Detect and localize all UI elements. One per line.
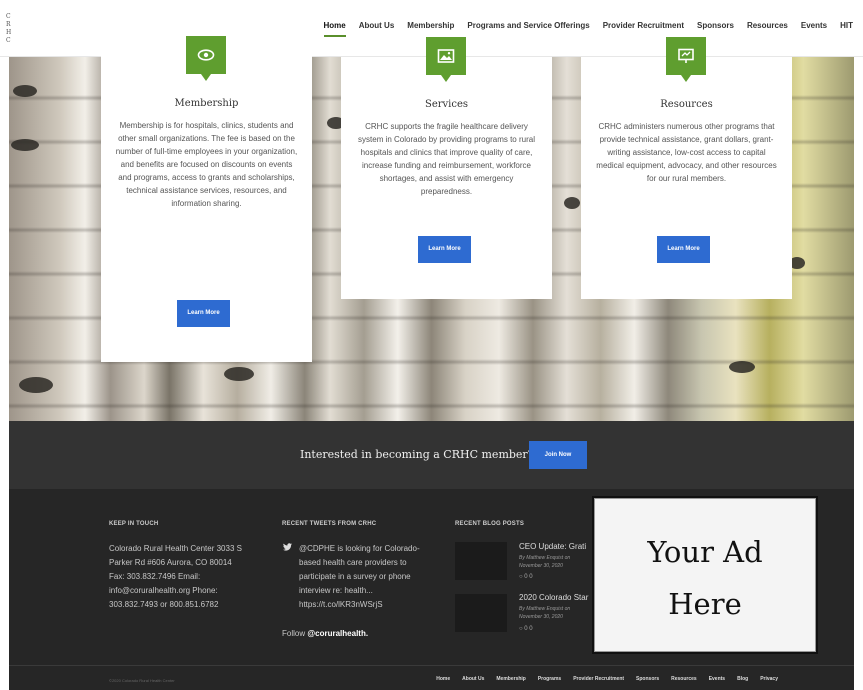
blog-post-author: By Matthew Enquist on [519, 606, 571, 612]
card-body: CRHC administers numerous other programs… [596, 122, 777, 183]
presentation-icon [678, 48, 694, 63]
follow-label: Follow [282, 629, 306, 638]
cta-text: Interested in becoming a CRHC member? [300, 448, 534, 461]
follow-line: Follow @coruralhealth. [282, 629, 368, 638]
footer-divider [9, 665, 854, 666]
nav-hit[interactable]: HIT [840, 21, 853, 37]
blog-post-count-values: 0 0 [524, 626, 533, 632]
logo-letter: C [6, 37, 11, 44]
comment-icon: ○ [519, 626, 523, 632]
blog-post-thumbnail[interactable] [455, 594, 507, 632]
resources-learn-more-button[interactable]: Learn More [657, 236, 710, 263]
footer-nav: Home About Us Membership Programs Provid… [436, 676, 778, 682]
tweet-line: participate in a survey or phone [299, 572, 411, 581]
blog-post-title[interactable]: 2020 Colorado Star [519, 593, 588, 602]
copyright: ©2020 Colorado Rural Health Center [109, 678, 175, 683]
blog-post-date: November 30, 2020 [519, 614, 563, 620]
footer-nav-events[interactable]: Events [709, 676, 725, 682]
blog-post-meta: By Matthew Enquist on November 30, 2020 [519, 554, 570, 570]
site-logo[interactable]: C R H C [6, 13, 18, 45]
blog-post-counts: ○ 0 0 [519, 574, 533, 580]
resources-card: Resources CRHC administers numerous othe… [581, 37, 792, 299]
birch-knot [13, 85, 37, 97]
footer-nav-resources[interactable]: Resources [671, 676, 697, 682]
blog-post-counts: ○ 0 0 [519, 626, 533, 632]
recent-blog-posts-heading: RECENT BLOG POSTS [455, 521, 525, 527]
contact-line: Parker Rd #606 Aurora, CO 80014 [109, 558, 232, 567]
blog-post-date: November 30, 2020 [519, 563, 563, 569]
birch-knot [11, 139, 39, 151]
nav-about-us[interactable]: About Us [359, 21, 395, 37]
card-title: Membership [174, 98, 239, 109]
tweet-line: @CDPHE is looking for Colorado- [299, 544, 420, 553]
nav-resources[interactable]: Resources [747, 21, 788, 37]
contact-line: Colorado Rural Health Center 3033 S [109, 544, 242, 553]
logo-letter: C [6, 13, 11, 20]
birch-knot [19, 377, 53, 393]
contact-info: Colorado Rural Health Center 3033 S Park… [109, 542, 242, 612]
card-body: CRHC supports the fragile healthcare del… [358, 122, 535, 196]
tweet-line: based health care providers to [299, 558, 407, 567]
card-title: Resources [660, 99, 713, 110]
logo-letter: H [6, 29, 12, 36]
footer-nav-blog[interactable]: Blog [737, 676, 748, 682]
contact-email-line[interactable]: info@coruralhealth.org Phone: [109, 584, 242, 598]
nav-programs[interactable]: Programs and Service Offerings [467, 21, 589, 37]
blog-post-meta: By Matthew Enquist on November 30, 2020 [519, 605, 570, 621]
footer-nav-about-us[interactable]: About Us [462, 676, 484, 682]
tweet-link[interactable]: https://t.co/lKR3nWSrjS [299, 598, 420, 612]
footer-nav-programs[interactable]: Programs [538, 676, 561, 682]
card-badge [426, 37, 466, 82]
footer-nav-privacy[interactable]: Privacy [760, 676, 778, 682]
card-badge [186, 36, 226, 81]
recent-tweets-heading: RECENT TWEETS FROM CRHC [282, 521, 377, 527]
card-title: Services [424, 99, 469, 110]
logo-letter: R [6, 21, 11, 28]
nav-sponsors[interactable]: Sponsors [697, 21, 734, 37]
main-nav: Home About Us Membership Programs and Se… [323, 21, 853, 37]
nav-home[interactable]: Home [323, 21, 346, 37]
image-icon [437, 49, 455, 63]
ad-text-line: Your Ad [647, 535, 763, 569]
card-body: Membership is for hospitals, clinics, st… [115, 121, 298, 208]
services-card: Services CRHC supports the fragile healt… [341, 37, 552, 299]
contact-phone-line: 303.832.7493 or 800.851.6782 [109, 600, 219, 609]
keep-in-touch-heading: KEEP IN TOUCH [109, 521, 159, 527]
blog-post-author: By Matthew Enquist on [519, 555, 571, 561]
ad-placeholder[interactable]: Your Ad Here [592, 496, 818, 654]
contact-line: Fax: 303.832.7496 Email: [109, 572, 201, 581]
nav-events[interactable]: Events [801, 21, 827, 37]
birch-knot [729, 361, 755, 373]
ad-text-line: Here [668, 587, 742, 621]
membership-card: Membership Membership is for hospitals, … [101, 36, 312, 362]
footer-nav-sponsors[interactable]: Sponsors [636, 676, 659, 682]
footer-nav-home[interactable]: Home [436, 676, 450, 682]
blog-post-thumbnail[interactable] [455, 542, 507, 580]
birch-knot [564, 197, 580, 209]
nav-provider-recruitment[interactable]: Provider Recruitment [603, 21, 684, 37]
blog-post-title[interactable]: CEO Update: Grati [519, 542, 586, 551]
footer-nav-membership[interactable]: Membership [496, 676, 525, 682]
twitter-icon [283, 543, 292, 551]
services-learn-more-button[interactable]: Learn More [418, 236, 471, 263]
membership-cta-band: Interested in becoming a CRHC member? Jo… [9, 421, 854, 489]
tweet-line: interview re: health... [299, 586, 373, 595]
comment-icon: ○ [519, 574, 523, 580]
membership-learn-more-button[interactable]: Learn More [177, 300, 230, 327]
nav-membership[interactable]: Membership [407, 21, 454, 37]
eye-icon [197, 49, 215, 61]
follow-handle-link[interactable]: @coruralhealth. [307, 629, 368, 638]
footer-nav-provider-recruitment[interactable]: Provider Recruitment [573, 676, 624, 682]
blog-post-count-values: 0 0 [524, 574, 533, 580]
birch-knot [224, 367, 254, 381]
tweet: @CDPHE is looking for Colorado- based he… [299, 542, 420, 612]
card-badge [666, 37, 706, 82]
join-now-button[interactable]: Join Now [529, 441, 587, 469]
